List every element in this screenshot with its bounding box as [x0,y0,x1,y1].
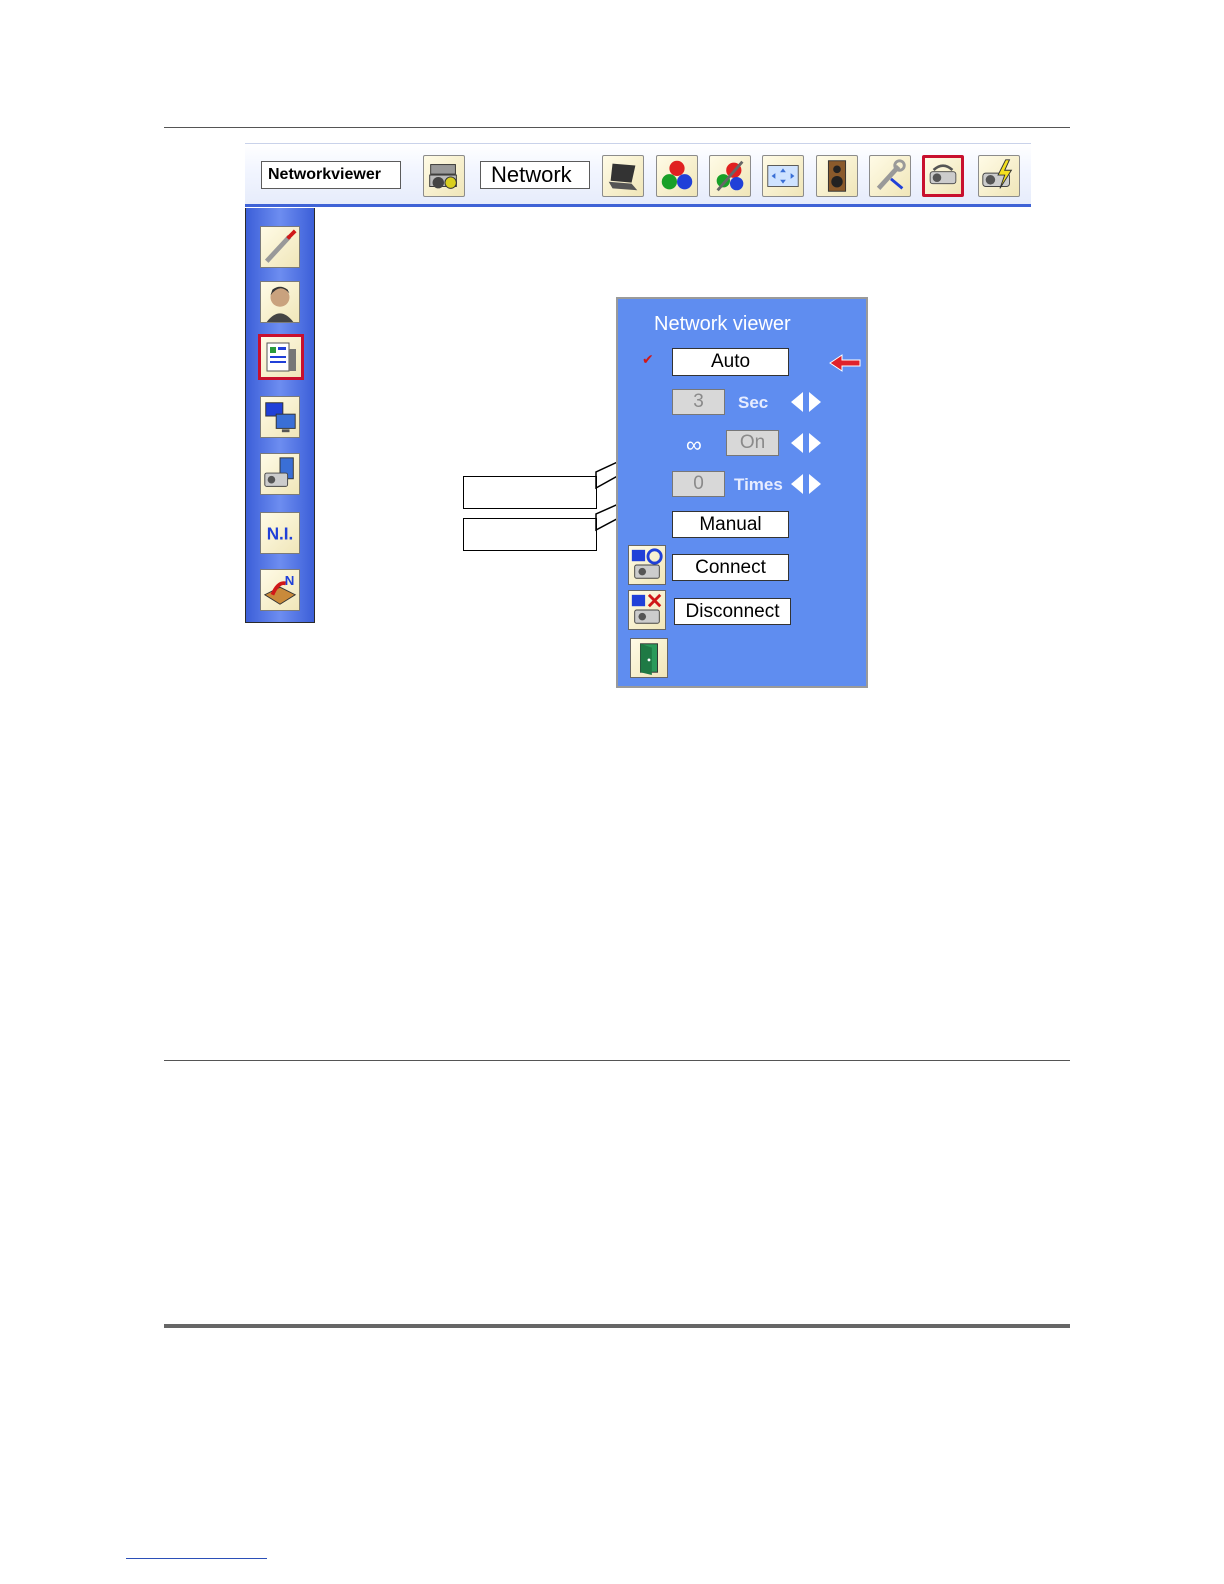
svg-text:N.I.: N.I. [267,525,294,544]
callout-box-times [463,518,597,551]
bottom-rule [164,1324,1070,1328]
repeat-value-field[interactable]: On [726,430,779,456]
infinity-repeat-icon: ∞ [686,432,702,457]
left-sidebar: N.I. N [245,208,315,623]
color-adjust-icon[interactable] [709,155,751,197]
top-rule [164,127,1070,128]
callout-box-repeat [463,476,597,509]
interval-unit-label: Sec [738,393,769,412]
power-projector-icon[interactable] [978,155,1020,197]
times-value-field[interactable]: 0 [672,471,725,497]
current-menu-label: Networkviewer [261,161,401,189]
projector-settings-icon[interactable] [260,453,300,495]
ni-icon[interactable]: N.I. [260,512,300,554]
connect-button[interactable]: Connect [672,554,789,581]
auto-button[interactable]: Auto [672,348,789,376]
disconnect-button[interactable]: Disconnect [674,598,791,625]
connect-icon [628,545,666,585]
footer-underline [126,1558,267,1559]
network-update-icon[interactable]: N [260,569,300,611]
screen-icon[interactable] [762,155,804,197]
dialog-title: Network viewer [654,313,791,335]
laptop-icon[interactable] [602,155,644,197]
times-unit-label: Times [734,475,783,494]
network-projector-icon[interactable] [922,155,964,197]
callout-leader-lines [595,431,691,532]
exit-door-icon[interactable] [630,638,668,678]
repeat-adjust-arrows[interactable] [789,431,823,455]
svg-text:N: N [285,573,295,588]
interval-adjust-arrows[interactable] [789,390,823,414]
person-icon[interactable] [260,281,300,323]
interval-value-field[interactable]: 3 [672,389,725,415]
setting-tool-icon[interactable] [260,226,300,268]
network-viewer-tool-icon[interactable] [423,155,465,197]
wrench-icon[interactable] [869,155,911,197]
speaker-icon[interactable] [816,155,858,197]
manual-button[interactable]: Manual [672,511,789,538]
pointer-arrow-icon [829,354,861,372]
top-menu-bar: Networkviewer Network [245,143,1031,207]
times-adjust-arrows[interactable] [789,472,823,496]
rgb-balls-icon[interactable] [656,155,698,197]
disconnect-icon [628,590,666,630]
network-pc-icon[interactable] [260,396,300,438]
middle-rule [164,1060,1070,1061]
current-input-label: Network [480,161,590,189]
network-viewer-icon[interactable] [258,334,304,380]
network-viewer-dialog: Network viewer ✔ Auto 3 Sec ∞ On 0 Times… [616,297,868,688]
checkmark-icon: ✔ [642,351,654,367]
